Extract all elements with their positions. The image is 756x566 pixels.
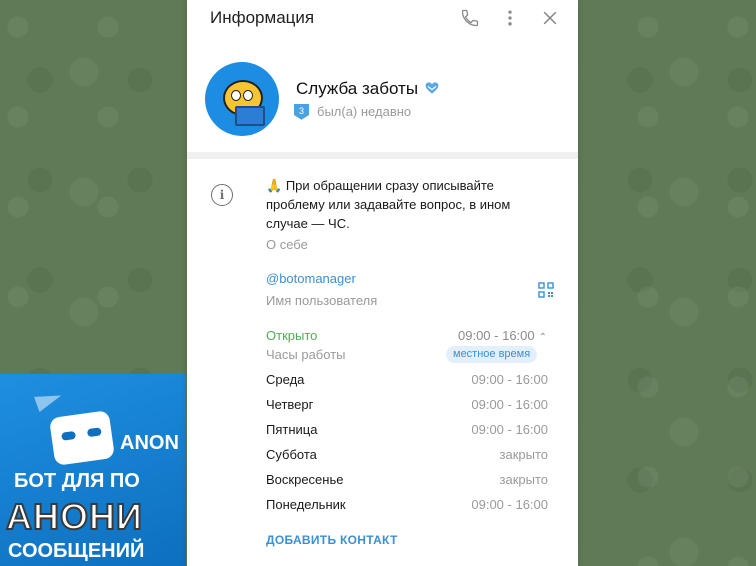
day-name: Среда	[266, 372, 305, 387]
bio-text[interactable]: 🙏 При обращении сразу описывайте проблем…	[266, 176, 536, 233]
profile-name: Служба заботы	[296, 79, 440, 99]
bee-eye-right	[243, 90, 253, 101]
avatar[interactable]	[205, 62, 279, 136]
pray-emoji-icon: 🙏	[266, 178, 283, 193]
day-hours: закрыто	[499, 447, 549, 462]
level-badge: 3	[294, 103, 309, 120]
add-contact-button[interactable]: ДОБАВИТЬ КОНТАКТ	[266, 533, 398, 547]
more-vertical-icon[interactable]	[499, 7, 521, 29]
bio-body: При обращении сразу описывайте проблему …	[266, 178, 511, 231]
schedule-row: Пятница 09:00 - 16:00	[266, 422, 548, 440]
profile-section: Служба заботы 3 был(а) недавно	[187, 36, 578, 152]
bee-eye-left	[231, 90, 241, 101]
bio-label: О себе	[266, 237, 308, 252]
promo-line-2: АНОНИ	[5, 495, 143, 538]
username-link[interactable]: @botomanager	[266, 271, 356, 286]
day-name: Пятница	[266, 422, 318, 437]
panel-title: Информация	[210, 8, 315, 27]
open-status: Открыто	[266, 328, 318, 343]
mask-icon	[48, 410, 116, 466]
schedule-row: Среда 09:00 - 16:00	[266, 372, 548, 390]
panel-header: Информация	[187, 0, 578, 36]
qr-code-icon[interactable]	[538, 282, 554, 298]
phone-icon[interactable]	[459, 7, 481, 29]
profile-name-text: Служба заботы	[296, 79, 419, 98]
day-hours: закрыто	[499, 472, 549, 487]
info-icon: i	[211, 184, 233, 206]
paper-plane-icon	[34, 388, 64, 412]
laptop-icon	[235, 106, 265, 126]
promo-line-1: БОТ ДЛЯ ПО	[14, 470, 140, 492]
day-hours: 09:00 - 16:00	[471, 397, 548, 412]
last-seen-status: был(а) недавно	[317, 104, 412, 120]
today-hours: 09:00 - 16:00	[458, 328, 535, 343]
section-divider	[187, 152, 578, 159]
verified-heart-icon	[425, 82, 439, 94]
hours-toggle[interactable]: 09:00 - 16:00 ⌃	[458, 328, 547, 343]
info-panel: Информация Служба заботы 3 был(а) недавно…	[187, 0, 578, 566]
day-hours: 09:00 - 16:00	[471, 422, 548, 437]
mask-eye-right	[86, 427, 102, 438]
promo-line-3: СООБЩЕНИЙ	[8, 540, 145, 562]
promo-banner: ANON БОТ ДЛЯ ПО АНОНИ СООБЩЕНИЙ	[0, 374, 186, 566]
hours-label: Часы работы	[266, 347, 346, 362]
day-name: Понедельник	[266, 497, 346, 512]
close-icon[interactable]	[539, 7, 561, 29]
day-name: Четверг	[266, 397, 314, 412]
schedule-row: Четверг 09:00 - 16:00	[266, 397, 548, 415]
timezone-toggle[interactable]: местное время	[446, 346, 538, 363]
day-name: Суббота	[266, 447, 317, 462]
schedule-row: Понедельник 09:00 - 16:00	[266, 497, 548, 515]
day-hours: 09:00 - 16:00	[471, 497, 548, 512]
schedule-row: Воскресенье закрыто	[266, 472, 548, 490]
promo-brand: ANON	[120, 432, 179, 454]
username-label: Имя пользователя	[266, 293, 378, 308]
day-name: Воскресенье	[266, 472, 344, 487]
schedule-row: Суббота закрыто	[266, 447, 548, 465]
mask-eye-left	[61, 430, 77, 441]
chevron-up-icon: ⌃	[538, 332, 548, 343]
day-hours: 09:00 - 16:00	[471, 372, 548, 387]
status-row: 3 был(а) недавно	[294, 103, 411, 121]
